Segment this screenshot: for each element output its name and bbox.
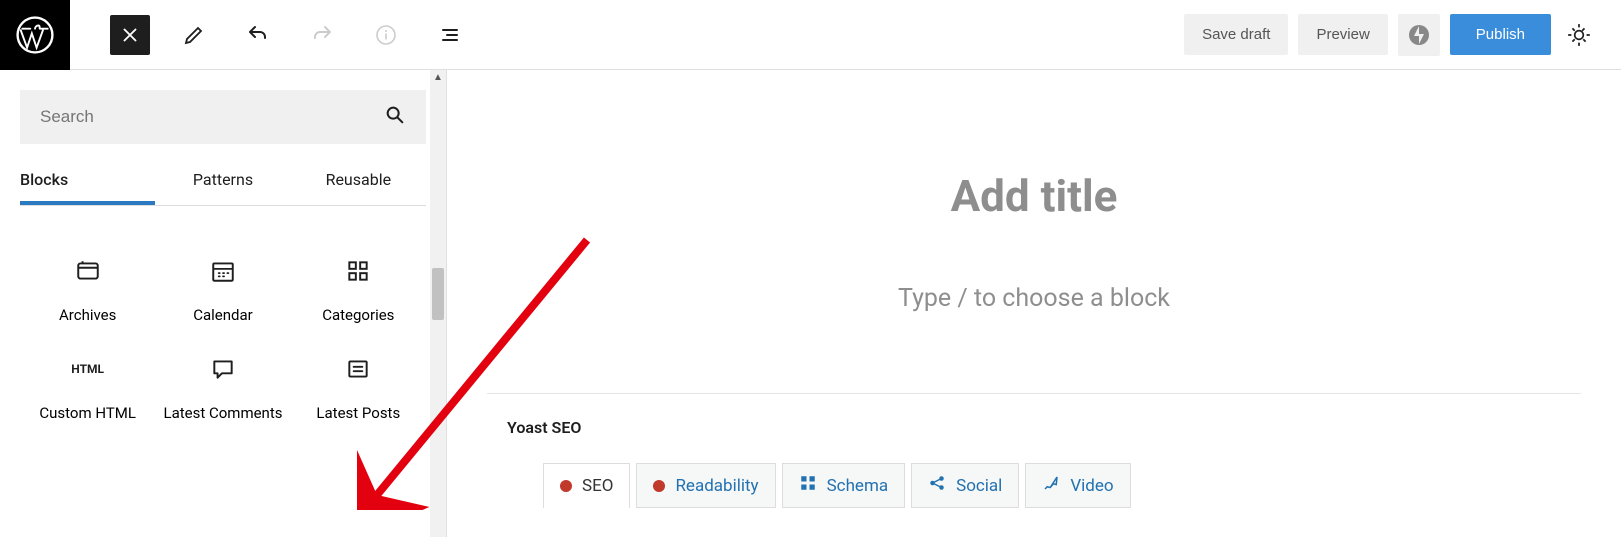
block-label: Latest Comments bbox=[164, 404, 283, 422]
block-archives[interactable]: Archives bbox=[20, 256, 155, 324]
yoast-tab-readability[interactable]: Readability bbox=[636, 463, 775, 508]
block-categories[interactable]: Categories bbox=[291, 256, 426, 324]
calendar-icon bbox=[208, 256, 238, 286]
block-inserter-panel: Blocks Patterns Reusable Archives Calend… bbox=[0, 70, 447, 537]
block-prompt[interactable]: Type / to choose a block bbox=[487, 284, 1581, 313]
preview-button[interactable]: Preview bbox=[1298, 14, 1387, 55]
status-dot-icon bbox=[560, 480, 572, 492]
status-dot-icon bbox=[653, 480, 665, 492]
tab-reusable[interactable]: Reusable bbox=[291, 158, 426, 205]
video-icon bbox=[1042, 474, 1060, 497]
block-label: Calendar bbox=[193, 306, 253, 324]
inserter-tabs: Blocks Patterns Reusable bbox=[20, 158, 426, 206]
block-latest-posts[interactable]: Latest Posts bbox=[291, 354, 426, 422]
search-icon bbox=[384, 104, 406, 130]
scrollbar[interactable]: ▲ bbox=[430, 70, 446, 537]
block-label: Categories bbox=[322, 306, 394, 324]
comment-icon bbox=[208, 354, 238, 384]
archives-icon bbox=[73, 256, 103, 286]
close-inserter-button[interactable] bbox=[110, 15, 150, 55]
publish-button[interactable]: Publish bbox=[1450, 14, 1551, 55]
block-label: Latest Posts bbox=[316, 404, 400, 422]
jetpack-button[interactable] bbox=[1398, 14, 1440, 56]
info-icon[interactable] bbox=[366, 15, 406, 55]
schema-icon bbox=[799, 474, 817, 497]
editor-canvas: Add title Type / to choose a block Yoast… bbox=[447, 70, 1621, 537]
block-custom-html[interactable]: HTML Custom HTML bbox=[20, 354, 155, 422]
yoast-tab-social[interactable]: Social bbox=[911, 463, 1019, 508]
wordpress-logo[interactable] bbox=[0, 0, 70, 70]
edit-icon[interactable] bbox=[174, 15, 214, 55]
yoast-tab-schema[interactable]: Schema bbox=[782, 463, 906, 508]
block-label: Archives bbox=[59, 306, 116, 324]
redo-icon[interactable] bbox=[302, 15, 342, 55]
top-toolbar: Save draft Preview Publish bbox=[0, 0, 1621, 70]
tab-patterns[interactable]: Patterns bbox=[155, 158, 290, 205]
share-icon bbox=[928, 474, 946, 497]
html-icon: HTML bbox=[73, 354, 103, 384]
divider bbox=[487, 393, 1581, 394]
yoast-title: Yoast SEO bbox=[507, 418, 1581, 437]
save-draft-button[interactable]: Save draft bbox=[1184, 14, 1288, 55]
block-search-input[interactable] bbox=[40, 107, 384, 127]
settings-icon[interactable] bbox=[1561, 17, 1597, 53]
yoast-tab-video[interactable]: Video bbox=[1025, 463, 1130, 508]
scroll-up-icon[interactable]: ▲ bbox=[433, 72, 443, 83]
outline-icon[interactable] bbox=[430, 15, 470, 55]
post-title-input[interactable]: Add title bbox=[487, 170, 1581, 222]
undo-icon[interactable] bbox=[238, 15, 278, 55]
block-search[interactable] bbox=[20, 90, 426, 144]
yoast-seo-section: Yoast SEO SEO Readability Schema Social bbox=[507, 418, 1581, 508]
tab-blocks[interactable]: Blocks bbox=[20, 158, 155, 205]
block-label: Custom HTML bbox=[39, 404, 136, 422]
yoast-tab-seo[interactable]: SEO bbox=[543, 463, 630, 508]
block-calendar[interactable]: Calendar bbox=[155, 256, 290, 324]
latest-posts-icon bbox=[343, 354, 373, 384]
scroll-thumb[interactable] bbox=[432, 268, 444, 320]
categories-icon bbox=[343, 256, 373, 286]
block-latest-comments[interactable]: Latest Comments bbox=[155, 354, 290, 422]
